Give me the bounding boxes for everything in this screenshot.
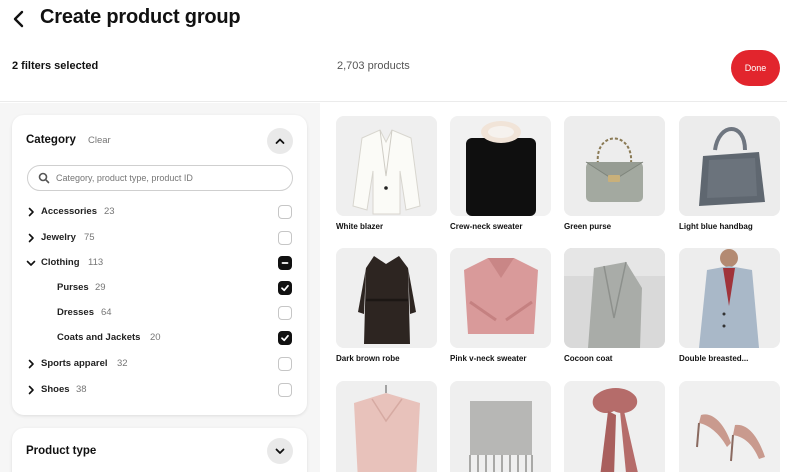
category-search[interactable]	[27, 165, 293, 191]
chevron-right-icon	[28, 207, 34, 217]
product-image	[336, 248, 437, 348]
product-type-panel-title: Product type	[26, 445, 97, 457]
filter-summary-bar: 2 filters selected 2,703 products Done	[0, 40, 787, 102]
product-card[interactable]	[564, 381, 665, 472]
category-checkbox[interactable]	[278, 357, 292, 371]
product-image	[679, 116, 780, 216]
category-item-label: Coats and Jackets	[57, 332, 141, 343]
product-card[interactable]	[336, 381, 437, 472]
category-checkbox[interactable]	[278, 383, 292, 397]
category-panel-title: Category	[26, 134, 76, 146]
done-button[interactable]: Done	[731, 50, 780, 86]
category-item-purses[interactable]: Purses 29	[12, 278, 307, 298]
category-item-count: 20	[150, 332, 161, 343]
category-item-count: 32	[117, 358, 128, 369]
category-checkbox-checked[interactable]	[278, 331, 292, 345]
category-item-count: 113	[88, 257, 104, 268]
category-item-accessories[interactable]: Accessories 23	[12, 202, 307, 222]
category-checkbox[interactable]	[278, 205, 292, 219]
back-button[interactable]	[8, 8, 30, 30]
product-card[interactable]: Double breasted...	[679, 248, 780, 363]
product-name: Double breasted...	[679, 354, 749, 363]
product-name: Pink v-neck sweater	[450, 354, 527, 363]
product-image	[564, 248, 665, 348]
product-image	[450, 381, 551, 472]
page-title: Create product group	[40, 6, 241, 28]
category-item-label: Dresses	[57, 307, 94, 318]
category-item-label: Jewelry	[41, 232, 76, 243]
chevron-up-icon	[275, 138, 285, 144]
product-name: Dark brown robe	[336, 354, 400, 363]
product-card[interactable]: Crew-neck sweater	[450, 116, 551, 231]
category-checkbox-checked[interactable]	[278, 281, 292, 295]
chevron-right-icon	[28, 385, 34, 395]
category-item-shoes[interactable]: Shoes 38	[12, 380, 307, 400]
chevron-right-icon	[28, 233, 34, 243]
chevron-right-icon	[28, 359, 34, 369]
category-filter-panel: Category Clear Accessories 23 Jewelry 75…	[12, 115, 307, 415]
category-item-coats-and-jackets[interactable]: Coats and Jackets 20	[12, 328, 307, 348]
category-item-sports-apparel[interactable]: Sports apparel 32	[12, 354, 307, 374]
category-item-label: Shoes	[41, 384, 70, 395]
chevron-down-icon	[275, 448, 285, 454]
product-type-filter-panel: Product type	[12, 428, 307, 472]
check-icon	[281, 284, 289, 292]
category-item-label: Purses	[57, 282, 89, 293]
product-name: White blazer	[336, 222, 384, 231]
search-icon	[38, 172, 50, 184]
chevron-down-icon	[26, 260, 36, 266]
minus-icon	[281, 262, 289, 264]
category-item-label: Accessories	[41, 206, 97, 217]
category-checkbox-indeterminate[interactable]	[278, 256, 292, 270]
product-name: Green purse	[564, 222, 612, 231]
product-card[interactable]: Pink v-neck sweater	[450, 248, 551, 363]
category-item-count: 29	[95, 282, 106, 293]
category-item-dresses[interactable]: Dresses 64	[12, 303, 307, 323]
filters-selected-count: 2 filters selected	[12, 60, 99, 72]
category-item-label: Sports apparel	[41, 358, 108, 369]
product-card[interactable]: Light blue handbag	[679, 116, 780, 231]
category-checkbox[interactable]	[278, 306, 292, 320]
category-item-count: 64	[101, 307, 112, 318]
product-name: Light blue handbag	[679, 222, 753, 231]
category-search-input[interactable]	[56, 170, 286, 186]
check-icon	[281, 334, 289, 342]
product-card[interactable]	[450, 381, 551, 472]
page-header: Create product group	[0, 0, 787, 40]
product-card[interactable]: Cocoon coat	[564, 248, 665, 363]
product-image	[450, 248, 551, 348]
category-item-count: 38	[76, 384, 87, 395]
product-card[interactable]: Dark brown robe	[336, 248, 437, 363]
product-name: Cocoon coat	[564, 354, 613, 363]
collapse-category-button[interactable]	[267, 128, 293, 154]
product-image	[564, 381, 665, 472]
product-image	[679, 248, 780, 348]
products-count: 2,703 products	[337, 60, 410, 72]
category-item-count: 75	[84, 232, 95, 243]
product-image	[336, 381, 437, 472]
product-image	[564, 116, 665, 216]
clear-category-link[interactable]: Clear	[88, 135, 111, 146]
category-item-clothing[interactable]: Clothing 113	[12, 253, 307, 273]
chevron-left-icon	[13, 10, 24, 28]
category-item-jewelry[interactable]: Jewelry 75	[12, 228, 307, 248]
product-card[interactable]: Green purse	[564, 116, 665, 231]
product-image	[336, 116, 437, 216]
category-item-label: Clothing	[41, 257, 80, 268]
expand-product-type-button[interactable]	[267, 438, 293, 464]
product-card[interactable]	[679, 381, 780, 472]
category-item-count: 23	[104, 206, 115, 217]
product-image	[679, 381, 780, 472]
product-image	[450, 116, 551, 216]
category-checkbox[interactable]	[278, 231, 292, 245]
product-card[interactable]: White blazer	[336, 116, 437, 231]
product-name: Crew-neck sweater	[450, 222, 523, 231]
